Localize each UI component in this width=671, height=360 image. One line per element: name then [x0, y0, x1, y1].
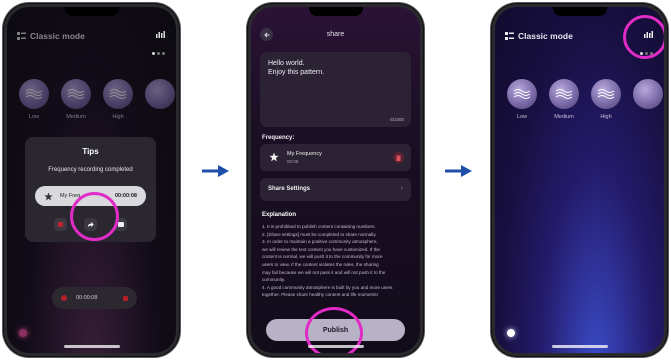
share-text-line-2: Enjoy this pattern. — [268, 69, 325, 76]
char-counter: 5/1000 — [390, 117, 404, 122]
frequency-item[interactable]: My Frequency 00:08 — [260, 144, 411, 171]
share-settings-row[interactable]: Share Settings › — [260, 178, 411, 201]
frequency-label: Frequency: — [262, 135, 295, 141]
wave-icon — [25, 89, 43, 99]
highlight-ring-spectrum — [623, 15, 664, 59]
recorded-frequency-time: 00:00:08 — [114, 193, 137, 199]
frequency-duration: 00:08 — [287, 159, 299, 164]
wave-icon — [597, 89, 615, 99]
explanation-text: 1. It is prohibited to publish content c… — [262, 223, 411, 299]
phone-frame-1: Classic mode Low Medium High Tips Freque… — [3, 3, 180, 357]
delete-icon — [396, 155, 401, 161]
tips-title: Tips — [82, 147, 99, 156]
sound-list: Low Medium High — [17, 79, 176, 120]
notch — [552, 7, 607, 16]
explanation-line: users to view. If the content violates t… — [262, 261, 379, 267]
mode-title: Classic mode — [30, 31, 85, 41]
home-indicator — [551, 345, 608, 348]
spectrum-icon[interactable] — [156, 30, 166, 40]
highlight-ring-share — [70, 192, 119, 241]
sound-item-partial[interactable] — [143, 79, 176, 120]
wave-icon — [513, 89, 531, 99]
page-indicator — [152, 52, 165, 55]
stop-icon — [57, 222, 63, 227]
explanation-line: 2. [Share settings] must be completed to… — [262, 231, 377, 237]
save-icon — [117, 222, 124, 227]
stop-icon — [123, 295, 128, 301]
delete-button[interactable] — [393, 152, 404, 163]
explanation-line: may fail because we will not pass it and… — [262, 269, 386, 275]
share-text-line-1: Hello world. — [268, 60, 305, 67]
phone-frame-3: Classic mode Low Medium High — [491, 3, 668, 357]
sound-item-low[interactable]: Low — [505, 79, 539, 120]
home-indicator — [307, 345, 364, 348]
wave-icon — [555, 89, 573, 99]
share-text-input[interactable]: Hello world. Enjoy this pattern. 5/1000 — [260, 52, 411, 127]
sound-item-high[interactable]: High — [589, 79, 623, 120]
explanation-line: 3. In order to maintain a positive commu… — [262, 239, 378, 245]
phone-screen-1: Classic mode Low Medium High Tips Freque… — [7, 7, 176, 353]
stop-button[interactable] — [53, 218, 67, 231]
explanation-line: together. Please share healthy content a… — [262, 292, 378, 298]
arrow-right-icon — [202, 165, 229, 177]
sound-list: Low Medium High — [505, 79, 664, 120]
sound-item-medium[interactable]: Medium — [59, 79, 93, 120]
tips-message: Frequency recording completed — [48, 167, 133, 173]
home-indicator — [63, 345, 120, 348]
notch — [308, 7, 363, 16]
chevron-right-icon: › — [400, 185, 403, 192]
menu-icon[interactable] — [17, 32, 26, 40]
phone-screen-3: Classic mode Low Medium High — [495, 7, 664, 353]
star-icon — [44, 191, 53, 200]
wave-icon — [109, 89, 127, 99]
share-settings-label: Share Settings — [268, 186, 311, 192]
explanation-line: community. — [262, 277, 286, 283]
explanation-line: we will review the text content you have… — [262, 246, 380, 252]
explanation-line: content is normal, we will push it to th… — [262, 254, 383, 260]
menu-icon[interactable] — [505, 32, 514, 40]
sound-item-partial[interactable] — [631, 79, 664, 120]
wave-icon — [67, 89, 85, 99]
record-icon — [61, 295, 67, 301]
frequency-name: My Frequency — [287, 151, 322, 157]
floating-dot-button[interactable] — [19, 329, 27, 337]
explanation-title: Explanation — [262, 212, 297, 218]
star-icon — [269, 152, 279, 162]
explanation-line: 1. It is prohibited to publish content c… — [262, 224, 376, 229]
page-title: share — [326, 31, 345, 38]
phone-screen-2: share Hello world. Enjoy this pattern. 5… — [251, 7, 420, 353]
sound-item-medium[interactable]: Medium — [547, 79, 581, 120]
sound-item-high[interactable]: High — [101, 79, 135, 120]
recording-time: 00:00:08 — [76, 295, 98, 301]
header: Classic mode — [17, 29, 166, 43]
mode-title: Classic mode — [518, 31, 573, 41]
recording-bar[interactable]: 00:00:08 — [52, 287, 137, 309]
sound-item-low[interactable]: Low — [17, 79, 51, 120]
floating-dot-button[interactable] — [507, 329, 515, 337]
explanation-line: 4. A good community atmosphere is built … — [262, 284, 393, 290]
arrow-right-icon — [445, 165, 472, 177]
notch — [64, 7, 119, 16]
phone-frame-2: share Hello world. Enjoy this pattern. 5… — [247, 3, 424, 357]
